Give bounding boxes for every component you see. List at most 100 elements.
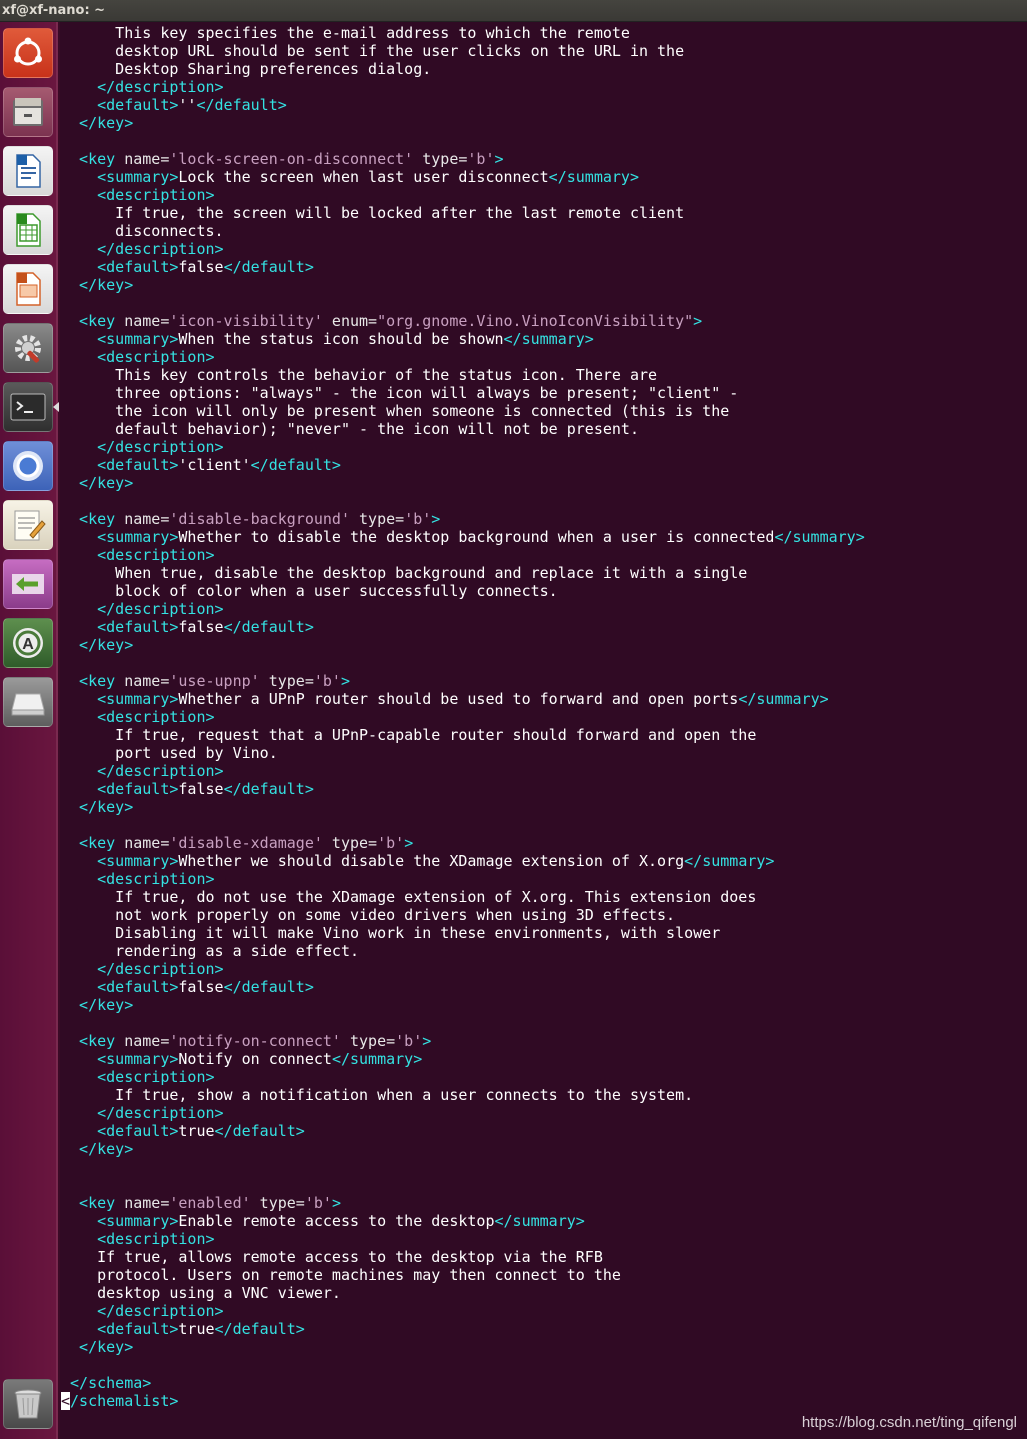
- code-token: >: [340, 672, 350, 690]
- libreoffice-calc-icon[interactable]: [3, 205, 53, 255]
- code-token: Whether to disable the desktop backgroun…: [178, 528, 775, 546]
- code-token: </key>: [61, 1140, 134, 1158]
- terminal-line: Disabling it will make Vino work in thes…: [61, 924, 865, 942]
- code-token: >: [431, 510, 441, 528]
- code-token: <description>: [61, 870, 215, 888]
- code-token: When true, disable the desktop backgroun…: [61, 564, 748, 582]
- ubuntu-dash-icon[interactable]: [3, 28, 53, 78]
- code-token: Lock the screen when last user disconnec…: [178, 168, 549, 186]
- code-token: true: [178, 1122, 215, 1140]
- terminal-line: <description>: [61, 1068, 865, 1086]
- code-token: type=: [250, 1194, 305, 1212]
- code-token: three options: "always" - the icon will …: [61, 384, 739, 402]
- code-token: Desktop Sharing preferences dialog.: [61, 60, 432, 78]
- terminal-line: This key specifies the e-mail address to…: [61, 24, 865, 42]
- code-token: type=: [259, 672, 314, 690]
- code-token: </key>: [61, 474, 134, 492]
- libreoffice-impress-icon[interactable]: [3, 264, 53, 314]
- code-token: </key>: [61, 798, 134, 816]
- terminal-line: If true, do not use the XDamage extensio…: [61, 888, 865, 906]
- software-updater-icon[interactable]: A: [3, 618, 53, 668]
- code-token: </schema>: [61, 1374, 152, 1392]
- trash-icon[interactable]: [3, 1379, 53, 1429]
- terminal-line: <description>: [61, 348, 865, 366]
- system-settings-icon[interactable]: [3, 323, 53, 373]
- terminal-line: <description>: [61, 546, 865, 564]
- code-token: <default>: [61, 1122, 179, 1140]
- code-token: desktop URL should be sent if the user c…: [61, 42, 685, 60]
- code-token: </default>: [223, 618, 314, 636]
- terminal-line: rendering as a side effect.: [61, 942, 865, 960]
- code-token: <key: [61, 1032, 125, 1050]
- code-token: <key: [61, 150, 125, 168]
- terminal-line: not work properly on some video drivers …: [61, 906, 865, 924]
- code-token: </default>: [196, 96, 287, 114]
- terminal-line: disconnects.: [61, 222, 865, 240]
- code-token: If true, allows remote access to the des…: [61, 1248, 603, 1266]
- code-token: <summary>: [61, 690, 179, 708]
- code-token: <key: [61, 834, 125, 852]
- code-token: <description>: [61, 348, 215, 366]
- text-cursor: <: [61, 1392, 71, 1410]
- code-token: Whether a UPnP router should be used to …: [178, 690, 739, 708]
- code-token: name=: [124, 312, 170, 330]
- text-editor-icon[interactable]: [3, 500, 53, 550]
- code-token: This key controls the behavior of the st…: [61, 366, 658, 384]
- code-token: If true, the screen will be locked after…: [61, 204, 685, 222]
- code-token: name=: [124, 672, 170, 690]
- code-token: </key>: [61, 1338, 134, 1356]
- libreoffice-writer-icon[interactable]: [3, 146, 53, 196]
- code-token: type=: [322, 834, 378, 852]
- code-token: </summary>: [548, 168, 639, 186]
- code-token: name=: [124, 834, 170, 852]
- window-title-bar[interactable]: xf@xf-nano: ~: [0, 0, 1027, 22]
- terminal-line: port used by Vino.: [61, 744, 865, 762]
- code-token: 'b': [404, 510, 432, 528]
- code-token: Notify on connect: [178, 1050, 332, 1068]
- code-token: 'b': [304, 1194, 332, 1212]
- code-token: true: [178, 1320, 215, 1338]
- code-token: "org.gnome.Vino.VinoIconVisibility": [377, 312, 694, 330]
- terminal-line: <default>''</default>: [61, 96, 865, 114]
- terminal-line: <summary>Whether we should disable the X…: [61, 852, 865, 870]
- code-token: </default>: [250, 456, 341, 474]
- code-token: </key>: [61, 276, 134, 294]
- terminal-icon[interactable]: [3, 382, 53, 432]
- code-token: <key: [61, 1194, 125, 1212]
- code-token: 'use-upnp': [169, 672, 260, 690]
- files-icon[interactable]: [3, 87, 53, 137]
- terminal-line: <description>: [61, 708, 865, 726]
- code-token: <description>: [61, 1230, 215, 1248]
- terminal-line: <default>false</default>: [61, 618, 865, 636]
- code-token: </description>: [61, 240, 224, 258]
- active-window-indicator: [53, 402, 59, 412]
- terminal-line: three options: "always" - the icon will …: [61, 384, 865, 402]
- code-token: >: [331, 1194, 341, 1212]
- drive-icon[interactable]: [3, 677, 53, 727]
- code-token: >: [404, 834, 414, 852]
- code-token: </description>: [61, 438, 224, 456]
- code-token: <description>: [61, 1068, 215, 1086]
- code-token: '': [178, 96, 197, 114]
- code-token: If true, show a notification when a user…: [61, 1086, 694, 1104]
- code-token: </description>: [61, 960, 224, 978]
- code-token: <summary>: [61, 1050, 179, 1068]
- remote-desktop-icon[interactable]: [3, 559, 53, 609]
- terminal-line: default behavior); "never" - the icon wi…: [61, 420, 865, 438]
- code-token: <key: [61, 510, 125, 528]
- terminal-line: <key name='use-upnp' type='b'>: [61, 672, 865, 690]
- terminal-window[interactable]: This key specifies the e-mail address to…: [60, 22, 1027, 1439]
- terminal-line: </description>: [61, 1104, 865, 1122]
- chromium-icon[interactable]: [3, 441, 53, 491]
- code-token: /schemalist>: [70, 1392, 179, 1410]
- code-token: 'b': [395, 1032, 423, 1050]
- terminal-line: Desktop Sharing preferences dialog.: [61, 60, 865, 78]
- code-token: 'enabled': [169, 1194, 251, 1212]
- terminal-line: </description>: [61, 960, 865, 978]
- unity-launcher: A: [0, 22, 59, 1439]
- terminal-text-area[interactable]: This key specifies the e-mail address to…: [61, 24, 865, 1410]
- terminal-line: </key>: [61, 1338, 865, 1356]
